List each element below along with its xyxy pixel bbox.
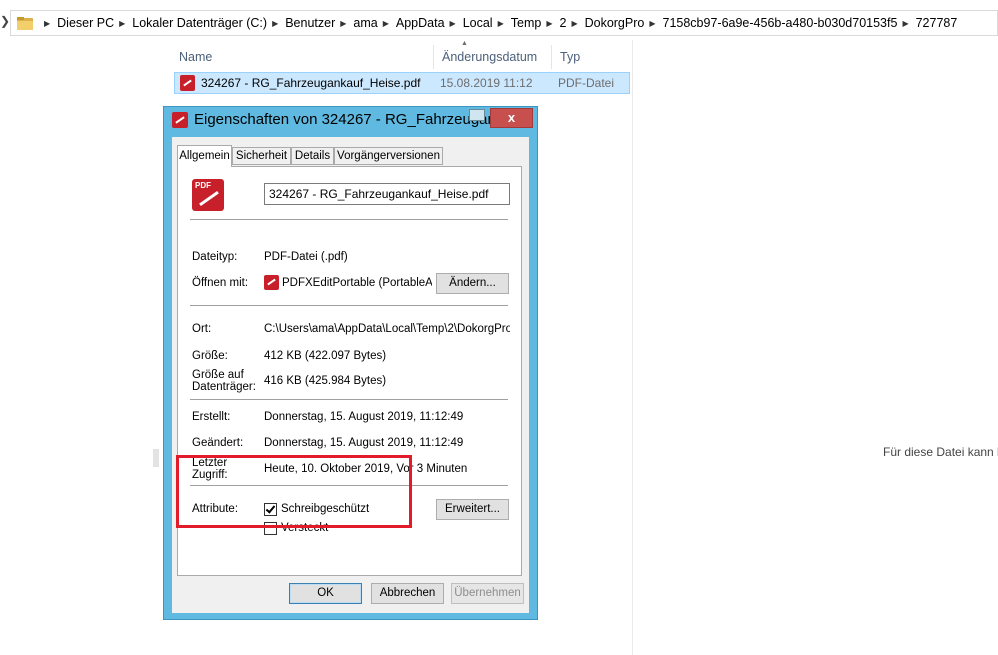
- modified-label: Geändert:: [192, 437, 244, 449]
- size-label: Größe:: [192, 350, 228, 362]
- details-pane-message: Für diese Datei kann k: [883, 445, 998, 459]
- chevron-right-icon[interactable]: ▶: [546, 19, 552, 28]
- breadcrumb-item[interactable]: ▶ Lokaler Datenträger (C:): [114, 16, 267, 30]
- chevron-right-icon[interactable]: ▶: [902, 19, 908, 28]
- tab-allgemein[interactable]: Allgemein: [177, 145, 232, 167]
- size-on-disk-label-1: Größe auf: [192, 369, 244, 381]
- chevron-right-icon[interactable]: ▶: [571, 19, 577, 28]
- chevron-right-icon[interactable]: ▶: [119, 19, 125, 28]
- address-bar: ❯ ▶ Dieser PC ▶ Lokaler Datenträger (C:) ▶…: [0, 10, 998, 36]
- breadcrumb-item[interactable]: ▶ ama: [335, 16, 377, 30]
- size-value: 412 KB (422.097 Bytes): [264, 350, 387, 362]
- filename-input[interactable]: [264, 183, 510, 205]
- chevron-right-icon[interactable]: ▶: [272, 19, 278, 28]
- chevron-right-icon[interactable]: ▶: [649, 19, 655, 28]
- nav-chevron-icon[interactable]: ❯: [0, 14, 10, 28]
- size-on-disk-value: 416 KB (425.984 Bytes): [264, 375, 387, 387]
- breadcrumb-item[interactable]: ▶ Temp: [493, 16, 542, 30]
- breadcrumb-item[interactable]: ▶ Benutzer: [267, 16, 335, 30]
- opens-with-label: Öffnen mit:: [192, 277, 249, 289]
- chevron-right-icon[interactable]: ▶: [44, 19, 50, 28]
- file-date: 15.08.2019 11:12: [440, 76, 533, 90]
- location-value: C:\Users\ama\AppData\Local\Temp\2\Dokorg…: [264, 323, 510, 335]
- properties-dialog: Eigenschaften von 324267 - RG_Fahrzeugan…: [163, 106, 538, 620]
- separator: [190, 219, 508, 220]
- opens-with-value: PDFXEditPortable (PortableAp: [282, 277, 432, 289]
- separator: [190, 305, 508, 306]
- close-button[interactable]: x: [490, 108, 533, 128]
- pdfxedit-icon: [264, 275, 279, 290]
- pdf-app-icon: [172, 112, 188, 128]
- breadcrumb-item[interactable]: ▶ DokorgPro: [566, 16, 644, 30]
- address-box[interactable]: ▶ Dieser PC ▶ Lokaler Datenträger (C:) ▶ Be…: [10, 10, 998, 36]
- restore-icon[interactable]: [469, 109, 485, 121]
- modified-value: Donnerstag, 15. August 2019, 11:12:49: [264, 437, 464, 449]
- file-type-label: Dateityp:: [192, 251, 238, 263]
- pdf-file-icon: [180, 75, 195, 91]
- location-label: Ort:: [192, 323, 212, 335]
- ok-button[interactable]: OK: [289, 583, 362, 604]
- chevron-right-icon[interactable]: ▶: [383, 19, 389, 28]
- tab-details[interactable]: Details: [291, 147, 334, 165]
- chevron-right-icon[interactable]: ▶: [498, 19, 504, 28]
- advanced-button[interactable]: Erweitert...: [436, 499, 509, 520]
- breadcrumb-item[interactable]: ▶ 2: [541, 16, 566, 30]
- size-on-disk-label-2: Datenträger:: [192, 381, 256, 393]
- attributes-highlight-box: [176, 455, 412, 528]
- tab-vorgaengerversionen[interactable]: Vorgängerversionen: [334, 147, 443, 165]
- file-row[interactable]: 324267 - RG_Fahrzeugankauf_Heise.pdf 15.…: [174, 72, 630, 94]
- pdf-file-icon: PDF: [192, 179, 224, 211]
- separator: [190, 399, 508, 400]
- dialog-titlebar[interactable]: Eigenschaften von 324267 - RG_Fahrzeugan…: [164, 107, 537, 133]
- close-icon: x: [507, 110, 516, 125]
- folder-icon: [17, 16, 33, 30]
- tab-sicherheit[interactable]: Sicherheit: [232, 147, 291, 165]
- column-header-name[interactable]: Name: [171, 45, 434, 69]
- created-value: Donnerstag, 15. August 2019, 11:12:49: [264, 411, 464, 423]
- cancel-button[interactable]: Abbrechen: [371, 583, 444, 604]
- breadcrumb-item[interactable]: ▶ AppData: [378, 16, 445, 30]
- breadcrumb-item[interactable]: ▶ Dieser PC: [39, 16, 114, 30]
- pane-resize-handle[interactable]: [153, 449, 159, 467]
- breadcrumb-item[interactable]: ▶ Local: [445, 16, 493, 30]
- file-type: PDF-Datei: [558, 76, 615, 90]
- change-button[interactable]: Ändern...: [436, 273, 509, 294]
- breadcrumb-item[interactable]: ▶ 727787: [897, 16, 957, 30]
- dialog-client: Allgemein Sicherheit Details Vorgängerve…: [172, 137, 529, 613]
- dialog-title: Eigenschaften von 324267 - RG_Fahrzeugan…: [194, 111, 494, 128]
- file-name: 324267 - RG_Fahrzeugankauf_Heise.pdf: [201, 76, 421, 90]
- breadcrumb-item[interactable]: ▶ 7158cb97-6a9e-456b-a480-b030d70153f5: [644, 16, 897, 30]
- chevron-right-icon[interactable]: ▶: [450, 19, 456, 28]
- chevron-right-icon[interactable]: ▶: [340, 19, 346, 28]
- apply-button[interactable]: Übernehmen: [451, 583, 524, 604]
- file-type-value: PDF-Datei (.pdf): [264, 251, 348, 263]
- column-header-type[interactable]: Typ: [552, 45, 632, 69]
- column-header-date[interactable]: Änderungsdatum: [434, 45, 552, 69]
- created-label: Erstellt:: [192, 411, 231, 423]
